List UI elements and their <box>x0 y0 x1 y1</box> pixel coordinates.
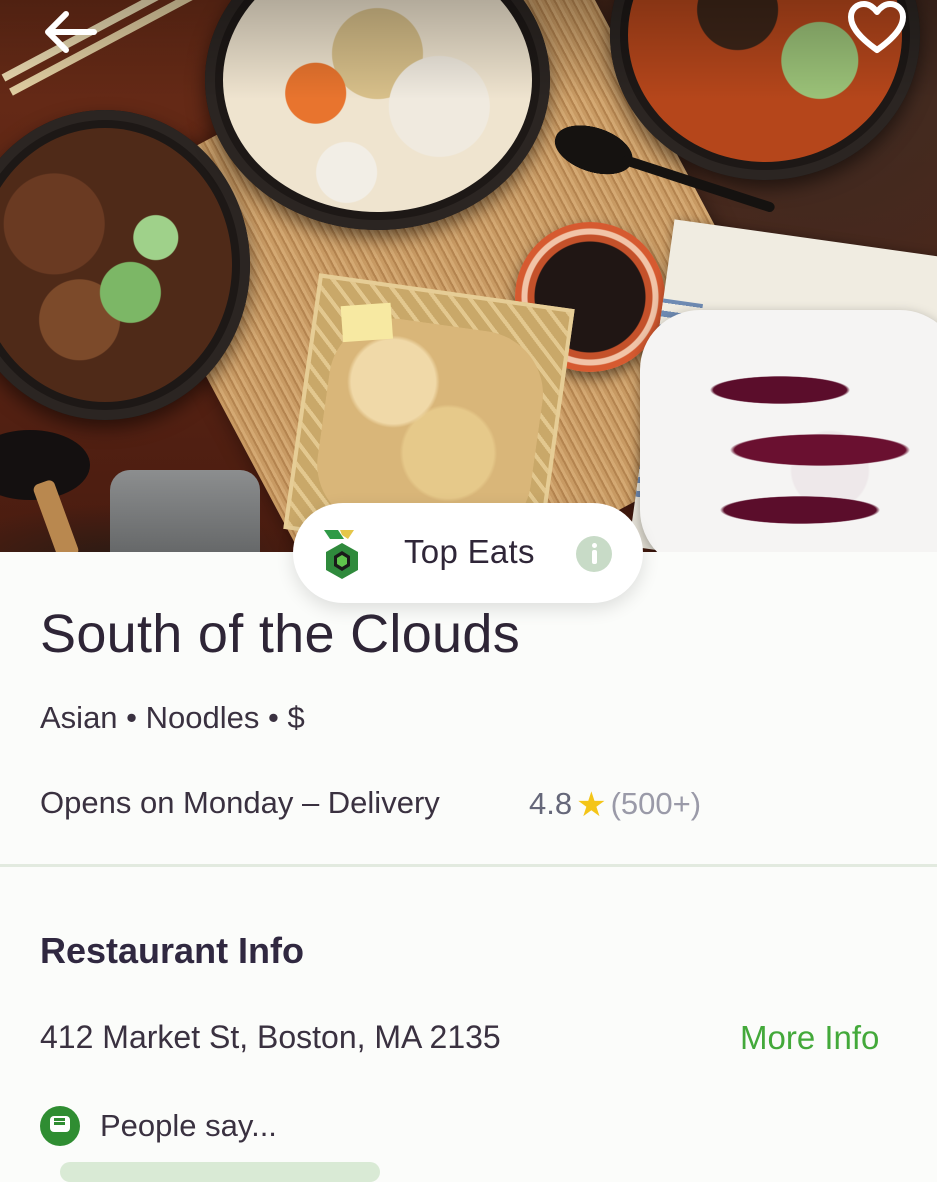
top-eats-label: Top Eats <box>404 533 535 570</box>
arrow-left-icon <box>45 11 97 53</box>
cuisine-tags: Asian • Noodles • $ <box>40 700 305 735</box>
heart-outline-icon <box>848 1 906 53</box>
rating-value: 4.8 <box>529 786 573 821</box>
hero-image <box>0 0 937 552</box>
top-eats-badge[interactable]: Top Eats <box>293 503 643 603</box>
speech-bubble-icon <box>40 1106 80 1146</box>
restaurant-info-heading: Restaurant Info <box>40 930 305 971</box>
people-say-label: People say... <box>100 1108 277 1143</box>
opening-status: Opens on Monday – Delivery <box>40 785 440 820</box>
review-count: (500+) <box>610 786 702 821</box>
top-eats-hexagon-icon <box>324 530 358 579</box>
back-button[interactable] <box>38 6 102 58</box>
info-icon[interactable] <box>576 536 612 572</box>
star-icon: ★ <box>576 786 607 824</box>
favorite-button[interactable] <box>846 0 908 56</box>
restaurant-address: 412 Market St, Boston, MA 2135 <box>40 1019 501 1055</box>
review-chip[interactable] <box>60 1162 380 1182</box>
restaurant-name: South of the Clouds <box>40 604 521 664</box>
section-divider <box>0 864 937 867</box>
more-info-link[interactable]: More Info <box>740 1019 879 1057</box>
rating: 4.8 ★ (500+) <box>529 785 701 825</box>
